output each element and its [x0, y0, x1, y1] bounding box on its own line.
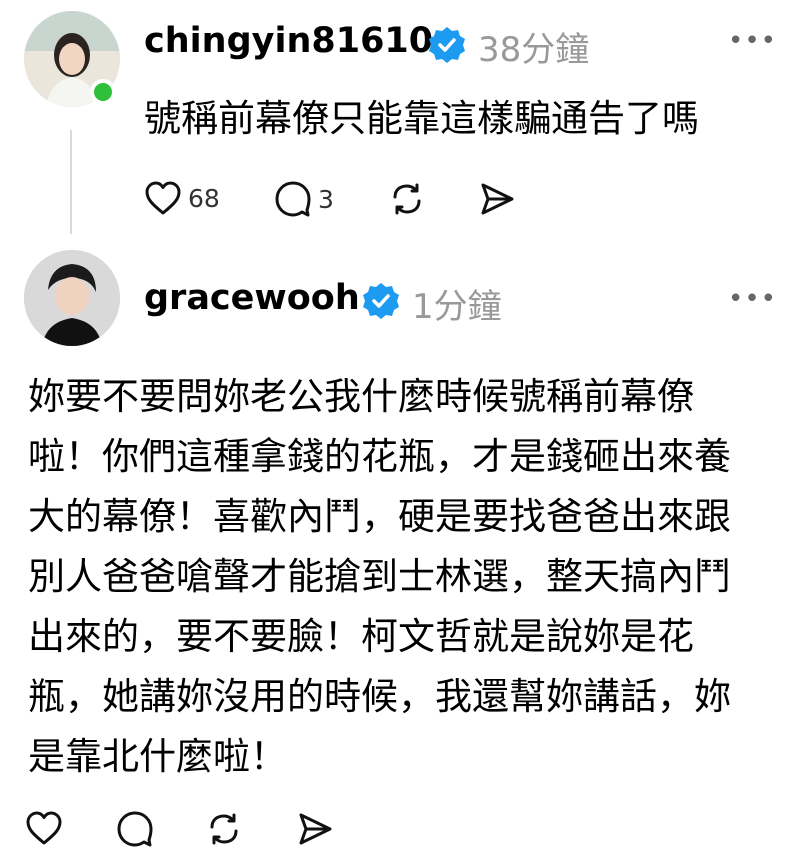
post-time: 38分鐘: [478, 30, 590, 70]
more-options-button[interactable]: •••: [728, 26, 777, 56]
post-time: 1分鐘: [412, 287, 502, 327]
comment-button[interactable]: 3: [274, 180, 334, 218]
like-count: 68: [188, 183, 220, 213]
comment-icon: [275, 181, 311, 217]
comment-count: 3: [318, 184, 334, 214]
username[interactable]: chingyin81610: [144, 21, 433, 61]
verified-badge-icon: [429, 27, 465, 63]
post-text: 號稱前幕僚只能靠這樣騙通告了嗎: [144, 97, 699, 140]
like-button[interactable]: [25, 810, 63, 846]
more-options-button[interactable]: •••: [728, 284, 777, 314]
username[interactable]: gracewooh: [144, 278, 360, 318]
repost-icon: [210, 813, 238, 845]
repost-icon: [393, 183, 421, 215]
repost-button[interactable]: [388, 180, 426, 218]
heart-icon: [145, 181, 181, 215]
thread-line: [70, 130, 72, 234]
send-icon: [481, 183, 514, 215]
send-icon: [299, 813, 332, 845]
share-button[interactable]: [478, 180, 516, 218]
like-button[interactable]: 68: [144, 180, 220, 216]
repost-button[interactable]: [205, 810, 243, 848]
avatar[interactable]: [24, 250, 120, 346]
comment-button[interactable]: [116, 810, 154, 848]
verified-badge-icon: [363, 283, 399, 319]
share-button[interactable]: [296, 810, 334, 848]
online-status-dot: [90, 79, 116, 105]
heart-icon: [26, 811, 62, 845]
post-text: 妳要不要問妳老公我什麼時候號稱前幕僚啦！你們這種拿錢的花瓶，才是錢砸出來養大的幕…: [28, 375, 731, 778]
comment-icon: [117, 811, 153, 847]
